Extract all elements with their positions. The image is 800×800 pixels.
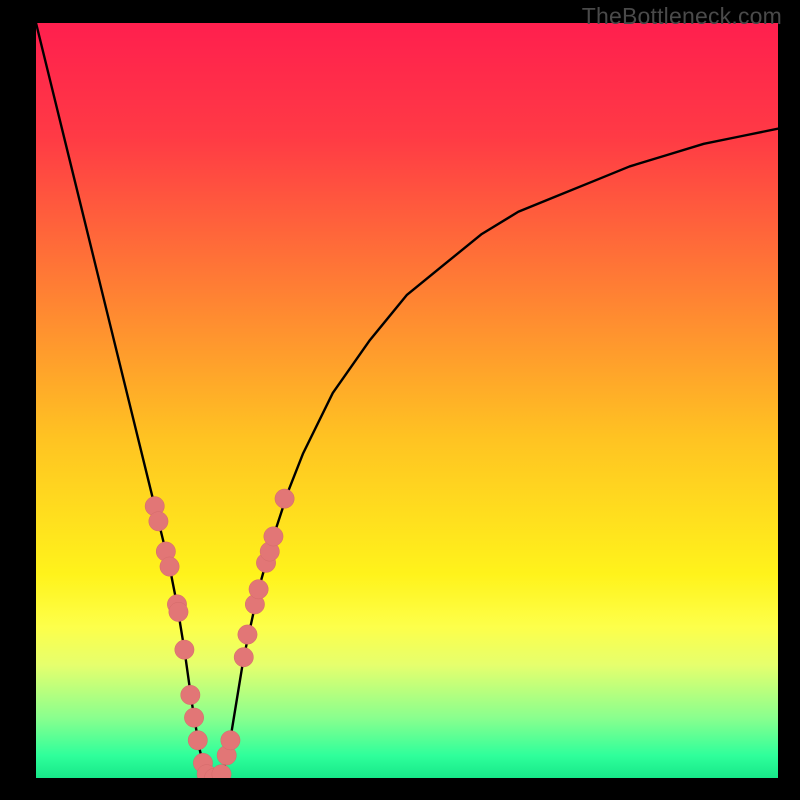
data-marker [275,489,294,508]
data-marker [264,527,283,546]
plot-area [36,23,778,778]
data-marker [169,602,188,621]
chart-frame: TheBottleneck.com [0,0,800,800]
data-marker [181,685,200,704]
plot-svg [36,23,778,778]
data-marker [184,708,203,727]
data-marker [238,625,257,644]
data-marker [188,731,207,750]
data-marker [221,731,240,750]
data-marker [160,557,179,576]
data-marker [149,512,168,531]
data-marker [175,640,194,659]
data-marker [249,580,268,599]
gradient-background [36,23,778,778]
data-marker [234,648,253,667]
watermark-text: TheBottleneck.com [582,3,782,30]
